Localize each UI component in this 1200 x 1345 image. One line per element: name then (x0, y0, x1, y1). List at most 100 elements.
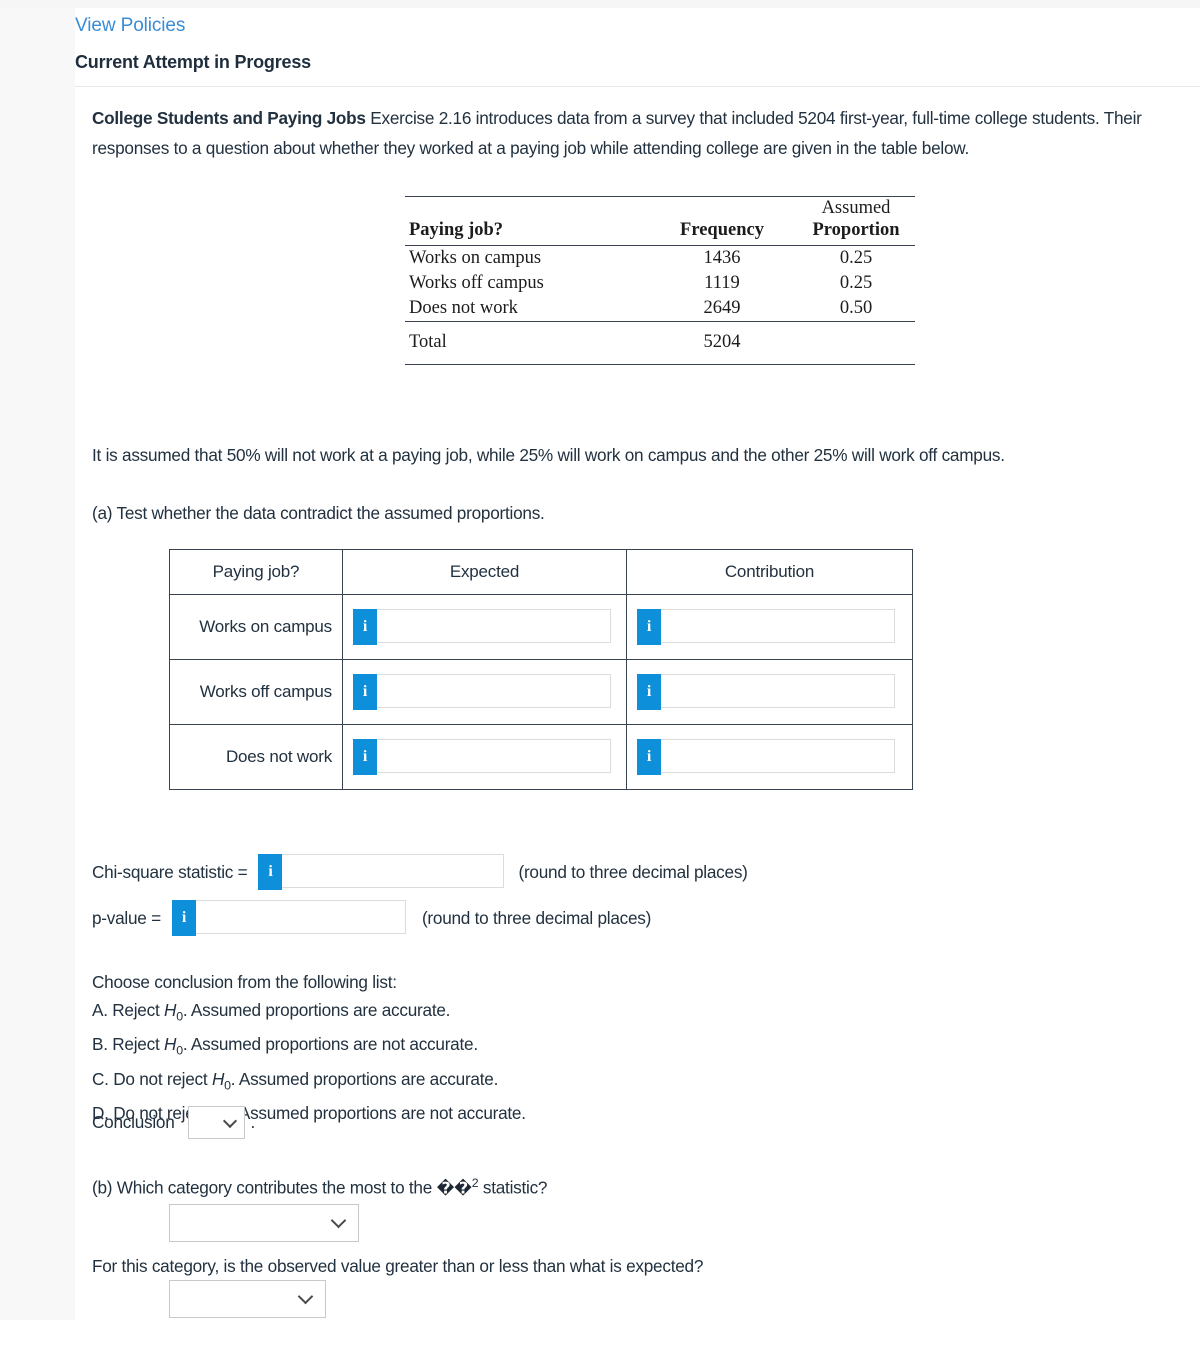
h-null-symbol: H0 (164, 1000, 183, 1024)
conclusion-trailing-period: . (250, 1112, 256, 1132)
contribution-input[interactable] (661, 739, 895, 773)
info-icon[interactable]: i (637, 739, 661, 775)
expected-input-group: i (353, 609, 611, 645)
stats-header-category: Paying job? (409, 220, 504, 240)
expected-cell: i (342, 659, 627, 725)
view-policies-link[interactable]: View Policies (75, 15, 185, 37)
table-header-row: Paying job? Frequency Proportion (405, 219, 915, 246)
contribution-input[interactable] (661, 609, 895, 643)
conclusion-option-b: B. Reject H0. Assumed proportions are no… (92, 1030, 526, 1064)
expected-input[interactable] (377, 739, 611, 773)
conclusion-list-intro: Choose conclusion from the following lis… (92, 972, 397, 992)
part-b-followup-prompt: For this category, is the observed value… (92, 1256, 704, 1276)
part-a-prompt: (a) Test whether the data contradict the… (92, 503, 545, 523)
stats-cell-proportion: 0.25 (839, 248, 873, 268)
stats-cell-category: Does not work (405, 296, 647, 322)
expected-cell: i (342, 594, 627, 660)
stats-header-frequency: Frequency (680, 220, 764, 240)
attempt-status-heading: Current Attempt in Progress (75, 52, 311, 72)
chi-square-input-group: i (258, 854, 505, 890)
option-c-prefix: C. Do not reject (92, 1068, 212, 1089)
answer-row-label: Works off campus (169, 659, 343, 725)
conclusion-select-label: Conclusion (92, 1112, 175, 1132)
stats-cell-frequency: 1436 (703, 248, 741, 268)
table-total-row: Total 5204 (405, 321, 915, 365)
p-value-input-group: i (171, 900, 406, 936)
answer-row-label: Does not work (169, 724, 343, 790)
top-strip (0, 0, 1200, 8)
info-icon[interactable]: i (353, 674, 377, 710)
option-a-suffix: . Assumed proportions are accurate. (182, 1000, 451, 1020)
expected-input[interactable] (377, 674, 611, 708)
info-icon[interactable]: i (353, 609, 377, 645)
info-icon[interactable]: i (353, 739, 377, 775)
table-row: Works on campus i i (169, 594, 913, 660)
stats-total-label: Total (405, 321, 647, 365)
stats-cell-category: Works on campus (409, 248, 542, 268)
direction-dropdown[interactable] (169, 1280, 326, 1318)
contribution-input-group: i (637, 609, 895, 645)
option-a-prefix: A. Reject (92, 1000, 165, 1020)
table-row: Does not work 2649 0.50 (405, 296, 915, 322)
category-dropdown[interactable] (169, 1204, 359, 1242)
part-b-prompt: (b) Which category contributes the most … (92, 1176, 547, 1199)
chi-square-row: Chi-square statistic = i (round to three… (92, 854, 748, 890)
expected-input-group: i (353, 674, 611, 710)
answer-header-category: Paying job? (169, 549, 343, 595)
answer-header-contribution: Contribution (626, 549, 913, 595)
expected-contribution-table: Paying job? Expected Contribution Works … (169, 549, 913, 790)
contribution-cell: i (626, 724, 913, 790)
contribution-cell: i (626, 594, 913, 660)
conclusion-select-row: Conclusion . (92, 1106, 255, 1139)
chi-square-replacement-glyphs: �� (436, 1178, 472, 1198)
option-c-suffix: . Assumed proportions are accurate. (230, 1068, 499, 1089)
conclusion-option-c: C. Do not reject H0. Assumed proportions… (92, 1065, 526, 1099)
part-b-prompt-after: statistic? (478, 1177, 548, 1198)
h-null-symbol: H0 (164, 1034, 183, 1058)
chi-square-input[interactable] (282, 854, 505, 888)
assignment-page: View Policies Current Attempt in Progres… (75, 8, 1200, 1345)
stats-cell-proportion: 0.25 (839, 273, 873, 293)
stats-total-proportion (797, 321, 915, 365)
contribution-cell: i (626, 659, 913, 725)
assumption-text: It is assumed that 50% will not work at … (92, 445, 1005, 465)
question-title: College Students and Paying Jobs (92, 108, 366, 128)
p-value-label: p-value = (92, 907, 161, 928)
question-intro-paragraph: College Students and Paying Jobs Exercis… (92, 103, 1185, 163)
table-row: Works off campus 1119 0.25 (405, 271, 915, 296)
p-value-rounding-note: (round to three decimal places) (421, 907, 652, 928)
info-icon[interactable]: i (258, 854, 283, 890)
contribution-input[interactable] (661, 674, 895, 708)
conclusion-option-a: A. Reject H0. Assumed proportions are ac… (92, 996, 526, 1030)
frequency-data-table: Assumed Paying job? Frequency Proportion… (405, 196, 915, 365)
h-null-symbol: H0 (211, 1068, 231, 1093)
expected-input[interactable] (377, 609, 611, 643)
conclusion-dropdown[interactable] (187, 1106, 245, 1139)
p-value-row: p-value = i (round to three decimal plac… (92, 900, 651, 936)
answer-row-label: Works on campus (169, 594, 343, 660)
header-divider (75, 86, 1200, 87)
info-icon[interactable]: i (171, 900, 196, 936)
option-d-suffix: . Assumed proportions are not accurate. (230, 1103, 526, 1124)
assumed-header-line1: Assumed (821, 198, 891, 218)
table-row: Works off campus i i (169, 659, 913, 725)
assumed-header-line2: Proportion (812, 220, 900, 240)
stats-cell-proportion: 0.50 (797, 296, 915, 322)
info-icon[interactable]: i (637, 609, 661, 645)
stats-cell-frequency: 1119 (704, 273, 740, 293)
expected-cell: i (342, 724, 627, 790)
stats-total-frequency: 5204 (647, 321, 797, 365)
option-b-suffix: . Assumed proportions are not accurate. (182, 1034, 478, 1055)
chi-square-rounding-note: (round to three decimal places) (518, 861, 748, 882)
chi-square-label: Chi-square statistic = (92, 861, 248, 882)
stats-cell-frequency: 2649 (647, 296, 797, 322)
contribution-input-group: i (637, 739, 895, 775)
option-b-prefix: B. Reject (92, 1034, 165, 1055)
p-value-input[interactable] (195, 900, 406, 934)
answer-header-expected: Expected (342, 549, 627, 595)
part-b-prompt-before: (b) Which category contributes the most … (92, 1177, 437, 1198)
expected-input-group: i (353, 739, 611, 775)
left-gutter-rail (0, 8, 75, 1320)
info-icon[interactable]: i (637, 674, 661, 710)
answer-table-header-row: Paying job? Expected Contribution (169, 549, 913, 595)
